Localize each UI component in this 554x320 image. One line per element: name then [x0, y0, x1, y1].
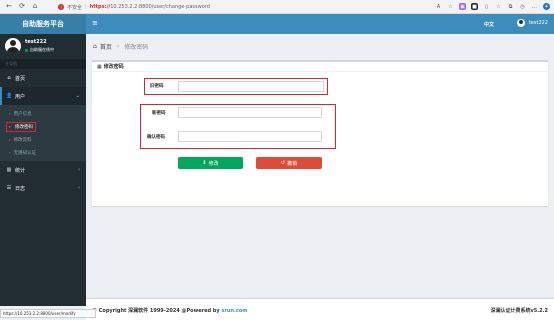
- list-icon: ☰: [6, 185, 12, 191]
- more-icon[interactable]: …: [531, 3, 538, 10]
- submenu-item-seamless-auth[interactable]: › 无感知认证: [0, 146, 86, 159]
- extension-icon[interactable]: ■: [471, 3, 478, 10]
- sidebar-username: test222: [25, 39, 47, 45]
- extension-icon[interactable]: ▣: [459, 3, 466, 10]
- user-name: test222: [528, 20, 548, 26]
- user-icon: 👤: [6, 93, 13, 99]
- url-scheme: https://: [89, 4, 111, 10]
- online-status: 自助服在线中: [25, 47, 54, 53]
- browser-toolbar: ← ⟳ ⌂ ! 不安全 | https:// 10.253.2.2:8800/u…: [0, 0, 554, 14]
- back-icon[interactable]: ←: [5, 3, 13, 11]
- breadcrumb-current: 修改密码: [124, 44, 149, 51]
- top-navbar: ≡ 中文 test222: [86, 14, 554, 34]
- main-content: ⌂ 首页 › 修改密码 ▦ 修改密码 旧密码 新密码 确认密码 ⬇ 修改 ↺ 撤…: [86, 34, 554, 306]
- split-screen-icon[interactable]: ▯: [483, 3, 490, 10]
- user-submenu: › 用户信息 › 修改密码 › 修改资料 › 无感知认证: [0, 105, 86, 161]
- history-icon[interactable]: ◷: [519, 3, 526, 10]
- submenu-item-change-password[interactable]: › 修改密码: [0, 120, 86, 133]
- old-password-input[interactable]: [178, 81, 324, 92]
- reload-icon[interactable]: ⟳: [18, 3, 26, 11]
- submenu-item-user-info[interactable]: › 用户信息: [0, 107, 86, 120]
- panel-title-text: 修改密码: [103, 64, 124, 70]
- grid-icon: ▦: [97, 63, 102, 70]
- footer-link[interactable]: srun.com: [221, 308, 247, 314]
- online-dot-icon: [25, 48, 28, 52]
- panel-title: ▦ 修改密码: [92, 62, 548, 72]
- status-bar-url: https://10.253.2.2:8800/user/modify: [0, 309, 96, 318]
- favorite-icon[interactable]: ☆: [447, 3, 454, 10]
- status-text: 自助服在线中: [30, 47, 54, 52]
- sidebar-item-user[interactable]: 👤 用户 ⌄: [0, 87, 86, 105]
- chevron-right-icon: ›: [9, 150, 11, 155]
- home-icon: ⌂: [93, 43, 97, 50]
- avatar: [5, 38, 21, 54]
- save-button-label: 修改: [208, 160, 219, 167]
- chevron-right-icon: ›: [9, 137, 11, 142]
- warning-icon: !: [58, 4, 64, 10]
- sidebar-item-logs[interactable]: ☰ 日志 ‹: [0, 179, 86, 197]
- chevron-left-icon: ‹: [78, 167, 80, 173]
- chart-icon: ▥: [6, 167, 12, 173]
- confirm-password-label: 确认密码: [147, 135, 165, 140]
- save-icon: ⬇: [202, 160, 207, 166]
- user-menu[interactable]: test222: [516, 19, 548, 27]
- save-button[interactable]: ⬇ 修改: [178, 157, 243, 169]
- copyright-text: © Copyright 深澜软件 1999-2024 @Powered by: [92, 308, 220, 314]
- address-bar[interactable]: ! 不安全 | https:// 10.253.2.2:8800/user/ch…: [58, 2, 478, 12]
- cancel-button[interactable]: ↺ 撤销: [256, 157, 322, 169]
- user-panel: test222 自助服在线中: [0, 34, 86, 59]
- sidebar: test222 自助服在线中 主导航 ⌂ 首页 👤 用户 ⌄ › 用户信息 › …: [0, 34, 86, 306]
- url-text: 10.253.2.2:8800/user/change-password: [110, 4, 210, 10]
- read-aloud-icon[interactable]: A: [435, 3, 442, 10]
- footer-copyright: © Copyright 深澜软件 1999-2024 @Powered by s…: [92, 307, 247, 314]
- sidebar-item-stats[interactable]: ▥ 统计 ‹: [0, 161, 86, 179]
- submenu-item-label: 无感知认证: [13, 150, 37, 156]
- submenu-item-label: 修改密码: [15, 124, 34, 130]
- chevron-right-icon: ›: [9, 111, 11, 116]
- chevron-down-icon: ⌄: [75, 93, 80, 99]
- home-icon: ⌂: [7, 75, 11, 81]
- browser-extensions: A ☆ ▣ ■ ▯ ☆ ⧉ ◷ … ✦: [435, 3, 550, 10]
- home-icon[interactable]: ⌂: [31, 3, 39, 11]
- submenu-item-edit-profile[interactable]: › 修改资料: [0, 133, 86, 146]
- chevron-right-icon: ›: [9, 123, 11, 129]
- sidebar-item-label: 统计: [15, 167, 26, 174]
- url-separator: |: [85, 4, 87, 10]
- old-password-label: 旧密码: [150, 84, 164, 89]
- submenu-item-label: 用户信息: [13, 111, 32, 117]
- insecure-label: 不安全: [67, 4, 83, 11]
- sidebar-item-home[interactable]: ⌂ 首页: [0, 69, 86, 87]
- sidebar-item-label: 用户: [15, 93, 26, 100]
- cancel-icon: ↺: [280, 160, 286, 166]
- sidebar-item-label: 日志: [15, 185, 26, 192]
- new-password-input[interactable]: [178, 107, 322, 118]
- nav-section-header: 主导航: [0, 59, 86, 69]
- sidebar-item-label: 首页: [15, 75, 26, 82]
- cancel-button-label: 撤销: [287, 160, 298, 167]
- language-switch[interactable]: 中文: [484, 21, 494, 28]
- submenu-item-label: 修改资料: [13, 137, 32, 143]
- new-password-label: 新密码: [152, 111, 166, 116]
- copilot-icon[interactable]: ✦: [543, 3, 550, 10]
- highlight-box: › 修改密码: [6, 121, 37, 132]
- chevron-left-icon: ‹: [78, 185, 80, 191]
- change-password-panel: ▦ 修改密码 旧密码 新密码 确认密码 ⬇ 修改 ↺ 撤销: [92, 60, 548, 206]
- menu-toggle-icon[interactable]: ≡: [92, 20, 98, 27]
- breadcrumb-separator: ›: [116, 43, 120, 50]
- app-brand[interactable]: 自助服务平台: [0, 14, 86, 34]
- confirm-password-input[interactable]: [178, 131, 322, 142]
- page-footer: © Copyright 深澜软件 1999-2024 @Powered by s…: [86, 298, 554, 320]
- breadcrumb-home[interactable]: 首页: [100, 42, 112, 51]
- breadcrumb: ⌂ 首页 › 修改密码: [93, 42, 148, 51]
- collections-icon[interactable]: ⧉: [507, 3, 514, 10]
- avatar: [516, 19, 525, 27]
- favorites-bar-icon[interactable]: ☆: [495, 3, 502, 10]
- footer-version: 深澜认证计费系统v5.2.2: [490, 308, 549, 314]
